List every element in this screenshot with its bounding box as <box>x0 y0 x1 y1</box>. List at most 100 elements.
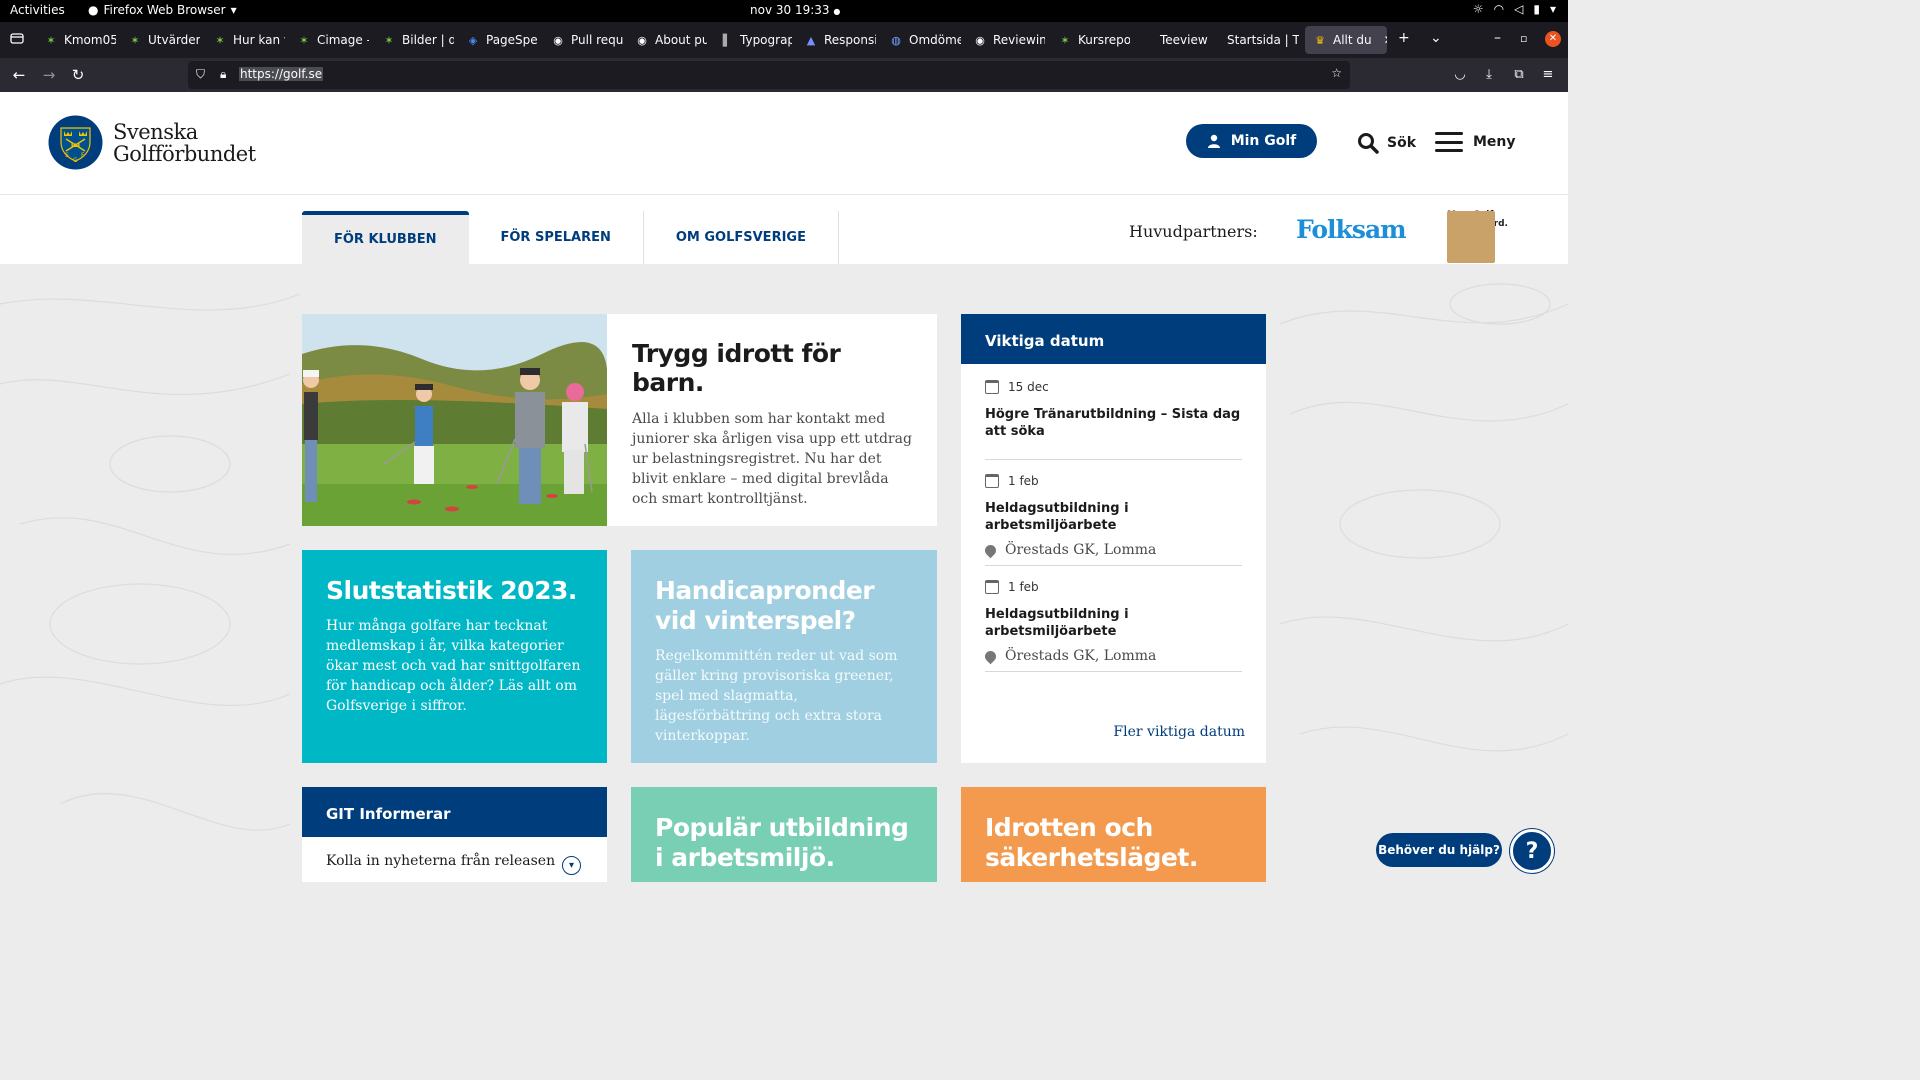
browser-tab[interactable]: ◉ About pu <box>627 26 707 54</box>
safety-card[interactable]: Idrotten och säkerhetsläget. <box>961 787 1266 882</box>
handicap-card[interactable]: Handicapronder vid vinterspel? Regelkomm… <box>631 550 937 763</box>
bookmark-star-icon[interactable]: ☆ <box>1331 66 1342 80</box>
education-title: Populär utbildning i arbetsmiljö. <box>655 813 909 872</box>
clock[interactable]: nov 30 19:33 ● <box>750 3 840 17</box>
browser-tab[interactable]: ✶ Kursrepo <box>1050 26 1130 54</box>
tab-label: FÖR SPELAREN <box>500 230 611 245</box>
maximize-icon[interactable]: ▫ <box>1520 32 1527 45</box>
tab-list-icon[interactable] <box>10 31 24 45</box>
tab-label: Cimage - <box>317 33 369 47</box>
system-tray[interactable]: ☼ ◠ ◁ ▮ ▾ <box>1473 2 1556 16</box>
tab-om-golfsverige[interactable]: OM GOLFSVERIGE <box>644 211 839 264</box>
hero-card[interactable]: Trygg idrott för barn. Alla i klubben so… <box>302 314 937 526</box>
browser-tab[interactable]: ▌ Typograp <box>712 26 792 54</box>
tab-label: Allt du <box>1333 33 1372 47</box>
app-menu[interactable]: ● Firefox Web Browser ▾ <box>88 3 237 17</box>
tab-label: About pu <box>655 33 707 47</box>
browser-tab[interactable]: Startsida | T <box>1219 26 1299 54</box>
git-heading: GIT Informerar <box>302 787 607 837</box>
activities-button[interactable]: Activities <box>10 3 65 17</box>
date-item[interactable]: 1 feb Heldagsutbildning i arbetsmiljöarb… <box>982 580 1242 672</box>
stats-body: Hur många golfare har tecknat medlemskap… <box>326 618 581 714</box>
github-icon: ◉ <box>975 33 985 47</box>
date-item[interactable]: 15 dec Högre Tränarutbildning – Sista da… <box>985 380 1242 460</box>
tab-label: Kursrepo <box>1078 33 1130 47</box>
reload-icon[interactable]: ↻ <box>67 64 89 86</box>
browser-tab[interactable]: ◉ Reviewin <box>965 26 1045 54</box>
user-icon <box>1207 134 1220 148</box>
svg-text:G: G <box>73 157 78 164</box>
date-location: Örestads GK, Lomma <box>1005 542 1157 558</box>
browser-tab[interactable]: Teeview <box>1134 26 1214 54</box>
calendar-icon <box>985 380 999 394</box>
date-title: Heldagsutbildning i arbetsmiljöarbete <box>985 607 1129 639</box>
browser-tab[interactable]: ▲ Responsi <box>796 26 876 54</box>
back-icon[interactable]: ← <box>8 64 30 86</box>
close-tab-icon[interactable]: ✕ <box>1384 33 1387 47</box>
svenska-golf-favicon-icon: ♛ <box>1315 33 1325 47</box>
browser-tab[interactable]: ✶ Kmom05 <box>36 26 116 54</box>
education-card[interactable]: Populär utbildning i arbetsmiljö. <box>631 787 937 882</box>
browser-tab[interactable]: ◈ PageSpe <box>458 26 538 54</box>
tab-for-klubben[interactable]: FÖR KLUBBEN <box>302 211 469 264</box>
search-icon <box>1358 133 1379 154</box>
app-menu-icon[interactable]: ≡ <box>1537 64 1559 86</box>
tab-for-spelaren[interactable]: FÖR SPELAREN <box>469 211 644 264</box>
moregolf-mastercard-logo[interactable]: MoreGolf Mastercard. <box>1447 211 1508 263</box>
forward-icon[interactable]: → <box>38 64 60 86</box>
menu-label: Meny <box>1473 134 1516 150</box>
browser-tab[interactable]: ◉ Pull requ <box>543 26 623 54</box>
system-top-bar: Activities ● Firefox Web Browser ▾ nov 3… <box>0 0 1568 22</box>
close-window-icon[interactable]: ✕ <box>1545 31 1561 47</box>
url-bar[interactable]: ⛉ 🔒︎ https://golf.se ☆ <box>188 61 1350 89</box>
extensions-icon[interactable]: ⧉ <box>1508 64 1530 86</box>
min-golf-button[interactable]: Min Golf <box>1186 124 1317 158</box>
browser-tab[interactable]: ✶ Utvärder <box>120 26 200 54</box>
important-dates-panel: Viktiga datum 15 dec Högre Tränarutbildn… <box>961 314 1266 763</box>
site-logo[interactable]: S G F Svenska Golfförbundet <box>48 115 256 170</box>
new-tab-icon[interactable]: + <box>1398 30 1410 46</box>
min-golf-label: Min Golf <box>1230 133 1297 149</box>
tab-label: Startsida | T <box>1227 33 1299 47</box>
help-button[interactable]: Behöver du hjälp? <box>1376 833 1502 867</box>
stats-card[interactable]: Slutstatistik 2023. Hur många golfare ha… <box>302 550 607 763</box>
lock-icon[interactable]: 🔒︎ <box>220 67 226 82</box>
responsive-icon: ▲ <box>806 33 816 47</box>
logo-wordmark: Svenska Golfförbundet <box>113 121 256 165</box>
browser-tab[interactable]: ◍ Omdöme <box>881 26 961 54</box>
pocket-icon[interactable]: ◡ <box>1449 64 1471 86</box>
pagespeed-icon: ◈ <box>468 33 478 47</box>
sgf-emblem-icon: S G F <box>48 115 103 170</box>
audience-nav: FÖR KLUBBEN FÖR SPELAREN OM GOLFSVERIGE … <box>0 195 1568 264</box>
search-button[interactable]: Sök <box>1357 132 1416 154</box>
dates-heading: Viktiga datum <box>961 314 1266 364</box>
battery-icon: ▮ <box>1533 2 1540 16</box>
hamburger-icon <box>1435 132 1463 152</box>
chevron-down-icon[interactable]: ▾ <box>562 856 581 875</box>
date-text: 15 dec <box>1008 380 1049 394</box>
tab-label: Typograp <box>740 33 792 47</box>
minimize-icon[interactable]: – <box>1494 30 1501 46</box>
help-question-icon[interactable]: ? <box>1510 829 1554 873</box>
tab-strip: ✶ Kmom05 ✶ Utvärder ✶ Hur kan v ✶ Cimage - ✶… <box>0 22 1568 58</box>
typography-icon: ▌ <box>722 33 732 47</box>
date-item[interactable]: 1 feb Heldagsutbildning i arbetsmiljöarb… <box>982 474 1242 566</box>
url-text[interactable]: https://golf.se <box>239 67 324 81</box>
tab-label: Hur kan v <box>233 33 285 47</box>
git-news-row[interactable]: Kolla in nyheterna från releasen <box>326 853 583 870</box>
more-dates-link[interactable]: Fler viktiga datum <box>1113 724 1245 740</box>
list-all-tabs-icon[interactable]: ⌄ <box>1430 30 1442 46</box>
folksam-logo[interactable]: Folksam <box>1296 215 1407 244</box>
tab-label: OM GOLFSVERIGE <box>675 230 806 245</box>
golf-favicon-icon: ✶ <box>46 33 56 47</box>
location-pin-icon <box>982 542 999 558</box>
stats-title: Slutstatistik 2023. <box>326 576 577 605</box>
browser-tab[interactable]: ✶ Cimage - <box>289 26 369 54</box>
browser-tab-active[interactable]: ♛ Allt du ✕ <box>1305 26 1387 54</box>
browser-tab[interactable]: ✶ Bilder | d <box>374 26 454 54</box>
review-icon: ◍ <box>891 33 901 47</box>
browser-tab[interactable]: ✶ Hur kan v <box>205 26 285 54</box>
downloads-icon[interactable]: ⤓ <box>1478 64 1500 86</box>
tracking-protection-icon[interactable]: ⛉ <box>196 67 205 82</box>
menu-button[interactable]: Meny <box>1435 132 1516 152</box>
